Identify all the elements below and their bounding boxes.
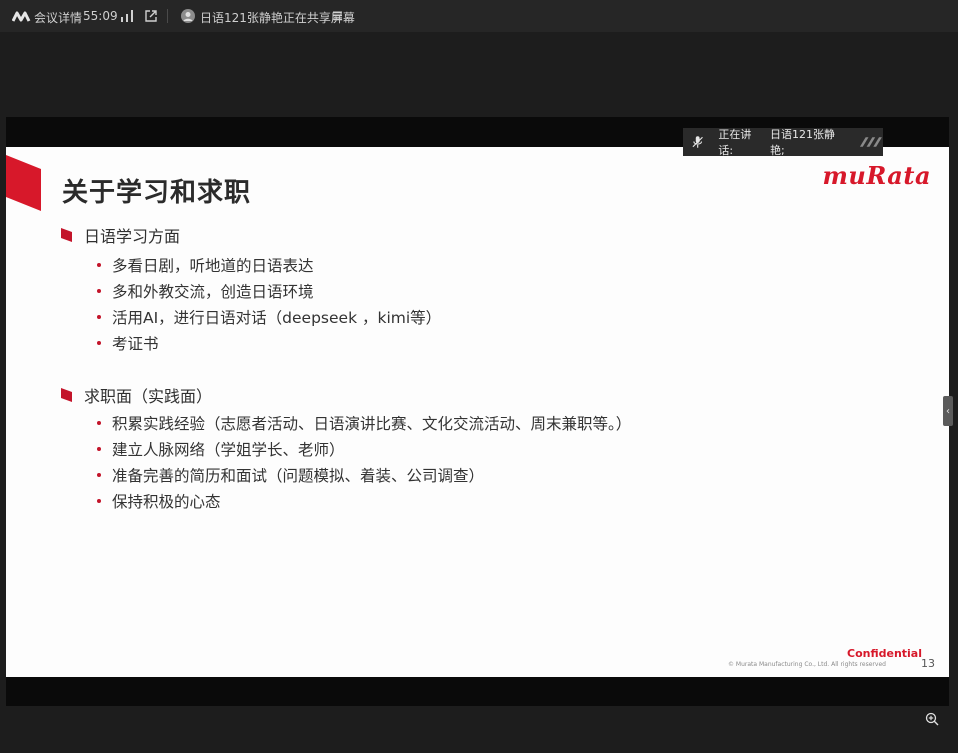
list-item: 积累实践经验（志愿者活动、日语演讲比赛、文化交流活动、周末兼职等。）: [97, 410, 631, 436]
mic-muted-icon: [692, 136, 703, 148]
bullet-dot: [97, 341, 101, 345]
list-item: 考证书: [97, 330, 441, 356]
topbar-divider: [167, 9, 168, 23]
bullet-dot: [97, 447, 101, 451]
chevron-left-icon: ‹: [946, 405, 950, 417]
speaker-name: 日语121张静艳;: [769, 128, 835, 157]
meeting-timer: 55:09: [83, 9, 118, 23]
bullet-dot: [97, 499, 101, 503]
popout-icon[interactable]: [144, 9, 158, 23]
confidential-label: Confidential: [847, 647, 923, 660]
slide-title: 关于学习和求职: [62, 178, 252, 208]
app-logo-icon[interactable]: [12, 11, 32, 22]
section-job-hunting: 求职面（实践面） 积累实践经验（志愿者活动、日语演讲比赛、文化交流活动、周末兼职…: [61, 383, 631, 514]
list-item: 多看日剧，听地道的日语表达: [97, 252, 441, 278]
bullet-text: 活用AI，进行日语对话（deepseek ，kimi等）: [112, 309, 442, 327]
list-item: 活用AI，进行日语对话（deepseek ，kimi等）: [97, 304, 441, 330]
bullet-list: 多看日剧，听地道的日语表达 多和外教交流，创造日语环境 活用AI，进行日语对话（…: [97, 252, 441, 356]
list-item: 保持积极的心态: [97, 488, 631, 514]
top-bar: 会议详情 55:09 日语121张静艳正在共享屏幕: [0, 0, 958, 32]
list-item: 多和外教交流，创造日语环境: [97, 278, 441, 304]
presentation-slide: 关于学习和求职 muRata 日语学习方面 多看日剧，听地道的日语表达 多和外教…: [6, 147, 949, 677]
slide-page-number: 13: [921, 657, 935, 670]
section-heading: 日语学习方面: [61, 223, 441, 247]
bullet-dot: [97, 263, 101, 267]
avatar-icon: [181, 9, 195, 23]
section-heading-text: 求职面（实践面）: [84, 387, 213, 406]
list-item: 准备完善的简历和面试（问题模拟、着装、公司调查）: [97, 462, 631, 488]
bullet-dot: [97, 289, 101, 293]
speaking-indicator: 正在讲话: 日语121张静艳;: [683, 128, 883, 157]
bullet-dot: [97, 473, 101, 477]
brand-logo: muRata: [822, 161, 931, 190]
presenter-status: 日语121张静艳正在共享屏幕: [200, 11, 355, 25]
bullet-text: 积累实践经验（志愿者活动、日语演讲比赛、文化交流活动、周末兼职等。）: [112, 415, 632, 433]
speaking-label: 正在讲话:: [718, 128, 752, 157]
side-panel-toggle[interactable]: ‹: [943, 396, 953, 426]
section-marker-icon: [61, 228, 72, 242]
section-japanese-study: 日语学习方面 多看日剧，听地道的日语表达 多和外教交流，创造日语环境 活用AI，…: [61, 223, 441, 356]
bullet-text: 多和外教交流，创造日语环境: [112, 283, 314, 301]
bullet-text: 准备完善的简历和面试（问题模拟、着装、公司调查）: [112, 467, 485, 485]
menu-icon[interactable]: [333, 11, 342, 20]
bullet-dot: [97, 315, 101, 319]
meeting-details-button[interactable]: 会议详情: [34, 9, 82, 26]
audio-wave-icon: [860, 137, 883, 147]
section-heading: 求职面（实践面）: [61, 383, 631, 407]
section-heading-text: 日语学习方面: [84, 227, 181, 246]
bullet-text: 多看日剧，听地道的日语表达: [112, 257, 314, 275]
list-item: 建立人脉网络（学姐学长、老师）: [97, 436, 631, 462]
section-marker-icon: [61, 388, 72, 402]
zoom-in-icon: [925, 712, 939, 726]
copyright-text: © Murata Manufacturing Co., Ltd. All rig…: [728, 661, 886, 668]
bullet-dot: [97, 421, 101, 425]
signal-bars-icon[interactable]: [120, 10, 134, 22]
slide-accent-shape: [6, 155, 41, 211]
bullet-list: 积累实践经验（志愿者活动、日语演讲比赛、文化交流活动、周末兼职等。） 建立人脉网…: [97, 410, 631, 514]
bullet-text: 保持积极的心态: [112, 493, 221, 511]
bullet-text: 考证书: [112, 335, 159, 353]
zoom-in-button[interactable]: [920, 707, 944, 731]
bullet-text: 建立人脉网络（学姐学长、老师）: [112, 441, 345, 459]
